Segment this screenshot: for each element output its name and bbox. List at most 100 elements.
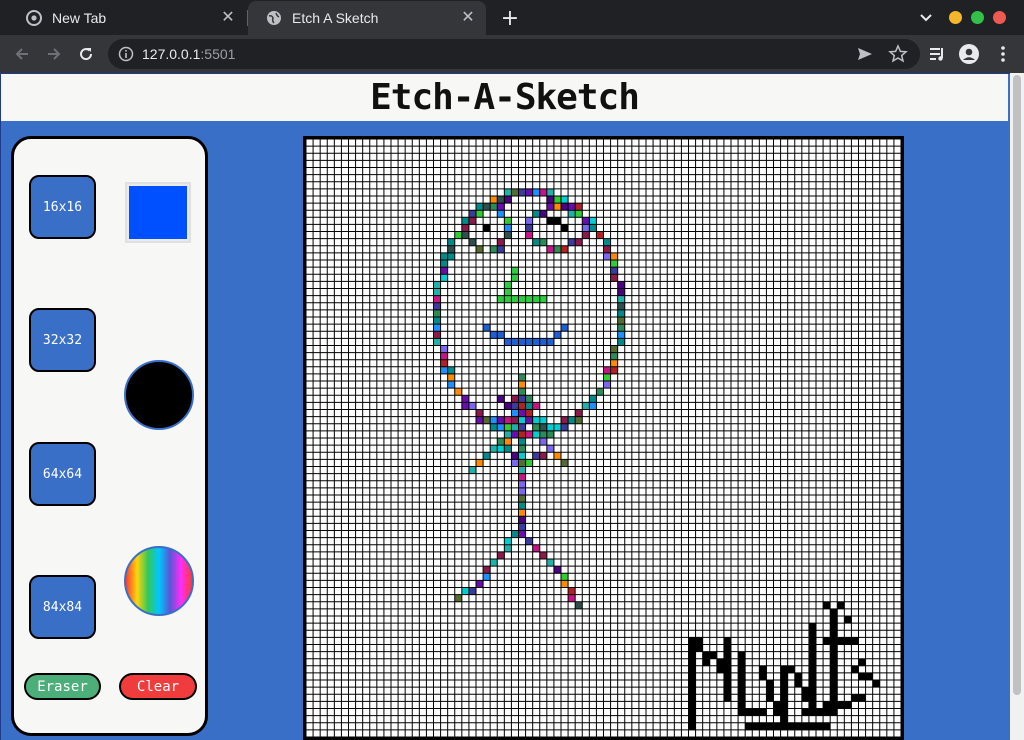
media-queue-icon[interactable]	[928, 44, 948, 64]
painted-cell	[518, 395, 526, 403]
painted-cell	[518, 388, 526, 396]
painted-cell	[511, 459, 519, 467]
painted-cell	[504, 295, 512, 304]
painted-cell	[525, 188, 533, 197]
painted-cell	[561, 416, 569, 425]
painted-cell	[497, 331, 505, 339]
clear-button[interactable]: Clear	[119, 673, 197, 700]
painted-cell	[497, 295, 505, 304]
painted-cell	[483, 573, 491, 581]
painted-cell	[709, 651, 718, 659]
grid-size-64-button[interactable]: 64x64	[29, 442, 96, 506]
painted-cell	[511, 402, 519, 410]
more-menu-icon[interactable]	[993, 44, 1013, 64]
scrollbar-thumb[interactable]	[1013, 75, 1021, 695]
painted-cell	[553, 203, 562, 211]
vertical-scrollbar[interactable]	[1010, 73, 1024, 740]
painted-cell	[568, 238, 576, 247]
reload-icon[interactable]	[73, 41, 99, 67]
color-picker[interactable]	[125, 182, 191, 243]
painted-cell	[738, 672, 746, 681]
grid-size-32-button[interactable]: 32x32	[29, 308, 96, 372]
painted-cell	[518, 509, 526, 517]
painted-cell	[511, 416, 519, 425]
tab-new-tab[interactable]: New Tab ✕	[8, 1, 246, 35]
painted-cell	[688, 694, 696, 702]
rainbow-mode-button[interactable]	[124, 546, 194, 616]
painted-cell	[851, 637, 859, 645]
painted-cell	[539, 295, 548, 304]
painted-cell	[518, 516, 526, 524]
painted-cell	[490, 559, 498, 567]
close-window-button[interactable]	[993, 11, 1006, 24]
painted-cell	[688, 651, 696, 659]
grid-size-16-button[interactable]: 16x16	[29, 175, 96, 239]
forward-arrow-icon[interactable]	[41, 41, 67, 67]
painted-cell	[716, 665, 725, 674]
painted-cell	[497, 195, 505, 204]
painted-cell	[504, 338, 512, 346]
painted-cell	[511, 430, 519, 439]
painted-cell	[610, 252, 618, 261]
sketch-grid[interactable]	[303, 136, 904, 740]
painted-cell	[461, 395, 470, 403]
profile-avatar-icon[interactable]	[959, 44, 979, 64]
painted-cell	[617, 288, 626, 296]
painted-cell	[553, 217, 562, 225]
painted-cell	[723, 694, 732, 702]
grid-size-84-button[interactable]: 84x84	[29, 575, 96, 639]
painted-cell	[490, 245, 498, 254]
painted-cell	[497, 423, 505, 432]
sketch-grid-canvas[interactable]	[306, 139, 901, 737]
painted-cell	[476, 409, 484, 417]
painted-cell	[610, 352, 618, 360]
tab-search-icon[interactable]	[916, 8, 936, 28]
painted-cell	[468, 466, 477, 474]
new-tab-icon[interactable]: +	[498, 6, 522, 31]
painted-cell	[738, 687, 746, 695]
minimize-window-button[interactable]	[949, 11, 962, 24]
painted-cell	[575, 238, 583, 247]
painted-cell	[518, 452, 526, 460]
black-mode-button[interactable]	[124, 360, 194, 430]
painted-cell	[553, 245, 562, 254]
page-header: Etch-A-Sketch	[1, 74, 1008, 121]
painted-cell	[532, 338, 541, 346]
painted-cell	[808, 651, 817, 659]
back-arrow-icon[interactable]	[9, 41, 35, 67]
painted-cell	[858, 694, 866, 702]
painted-cell	[483, 452, 491, 460]
painted-cell	[575, 210, 583, 218]
painted-cell	[837, 637, 845, 645]
painted-cell	[787, 722, 796, 731]
address-bar[interactable]: 127.0.0.1:5501	[108, 39, 920, 69]
painted-cell	[532, 430, 541, 439]
painted-cell	[504, 430, 512, 439]
send-tab-icon[interactable]	[856, 45, 874, 63]
painted-cell	[780, 687, 788, 695]
eraser-button[interactable]: Eraser	[24, 673, 101, 700]
painted-cell	[575, 601, 583, 610]
bookmark-star-icon[interactable]	[888, 44, 908, 64]
painted-cell	[532, 544, 541, 553]
close-tab-icon[interactable]: ✕	[460, 9, 476, 26]
painted-cell	[476, 203, 484, 211]
painted-cell	[561, 423, 569, 432]
painted-cell	[617, 295, 626, 304]
painted-cell	[759, 708, 767, 716]
painted-cell	[830, 658, 838, 667]
painted-cell	[483, 324, 491, 332]
painted-cell	[504, 537, 512, 546]
tab-etch-a-sketch[interactable]: Etch A Sketch ✕	[248, 1, 486, 35]
painted-cell	[532, 295, 541, 304]
maximize-window-button[interactable]	[971, 11, 984, 24]
close-tab-icon[interactable]: ✕	[220, 9, 236, 26]
painted-cell	[511, 395, 519, 403]
painted-cell	[617, 302, 626, 311]
painted-cell	[745, 708, 753, 716]
info-icon[interactable]	[118, 46, 134, 62]
painted-cell	[546, 559, 555, 567]
painted-cell	[511, 295, 519, 304]
painted-cell	[589, 224, 597, 232]
painted-cell	[511, 530, 519, 538]
